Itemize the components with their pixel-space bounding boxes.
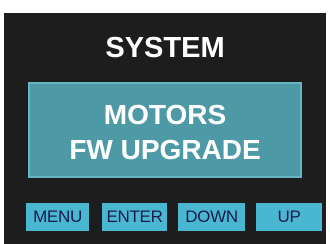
down-softkey[interactable]: DOWN	[178, 203, 245, 231]
enter-softkey[interactable]: ENTER	[102, 203, 167, 231]
menu-title: SYSTEM	[105, 32, 225, 64]
menu-softkey[interactable]: MENU	[26, 203, 89, 231]
selected-item-line-2: FW UPGRADE	[69, 134, 261, 165]
selected-menu-item[interactable]: MOTORS FW UPGRADE	[28, 82, 302, 178]
selected-item-line-1: MOTORS	[103, 99, 227, 130]
up-softkey[interactable]: UP	[256, 203, 322, 231]
